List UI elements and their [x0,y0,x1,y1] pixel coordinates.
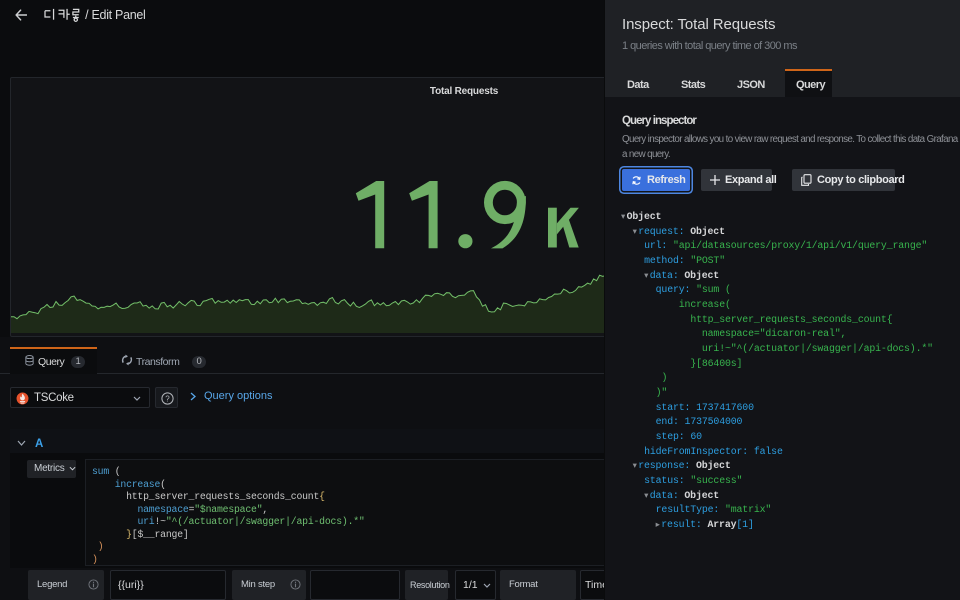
svg-text:?: ? [165,394,170,403]
